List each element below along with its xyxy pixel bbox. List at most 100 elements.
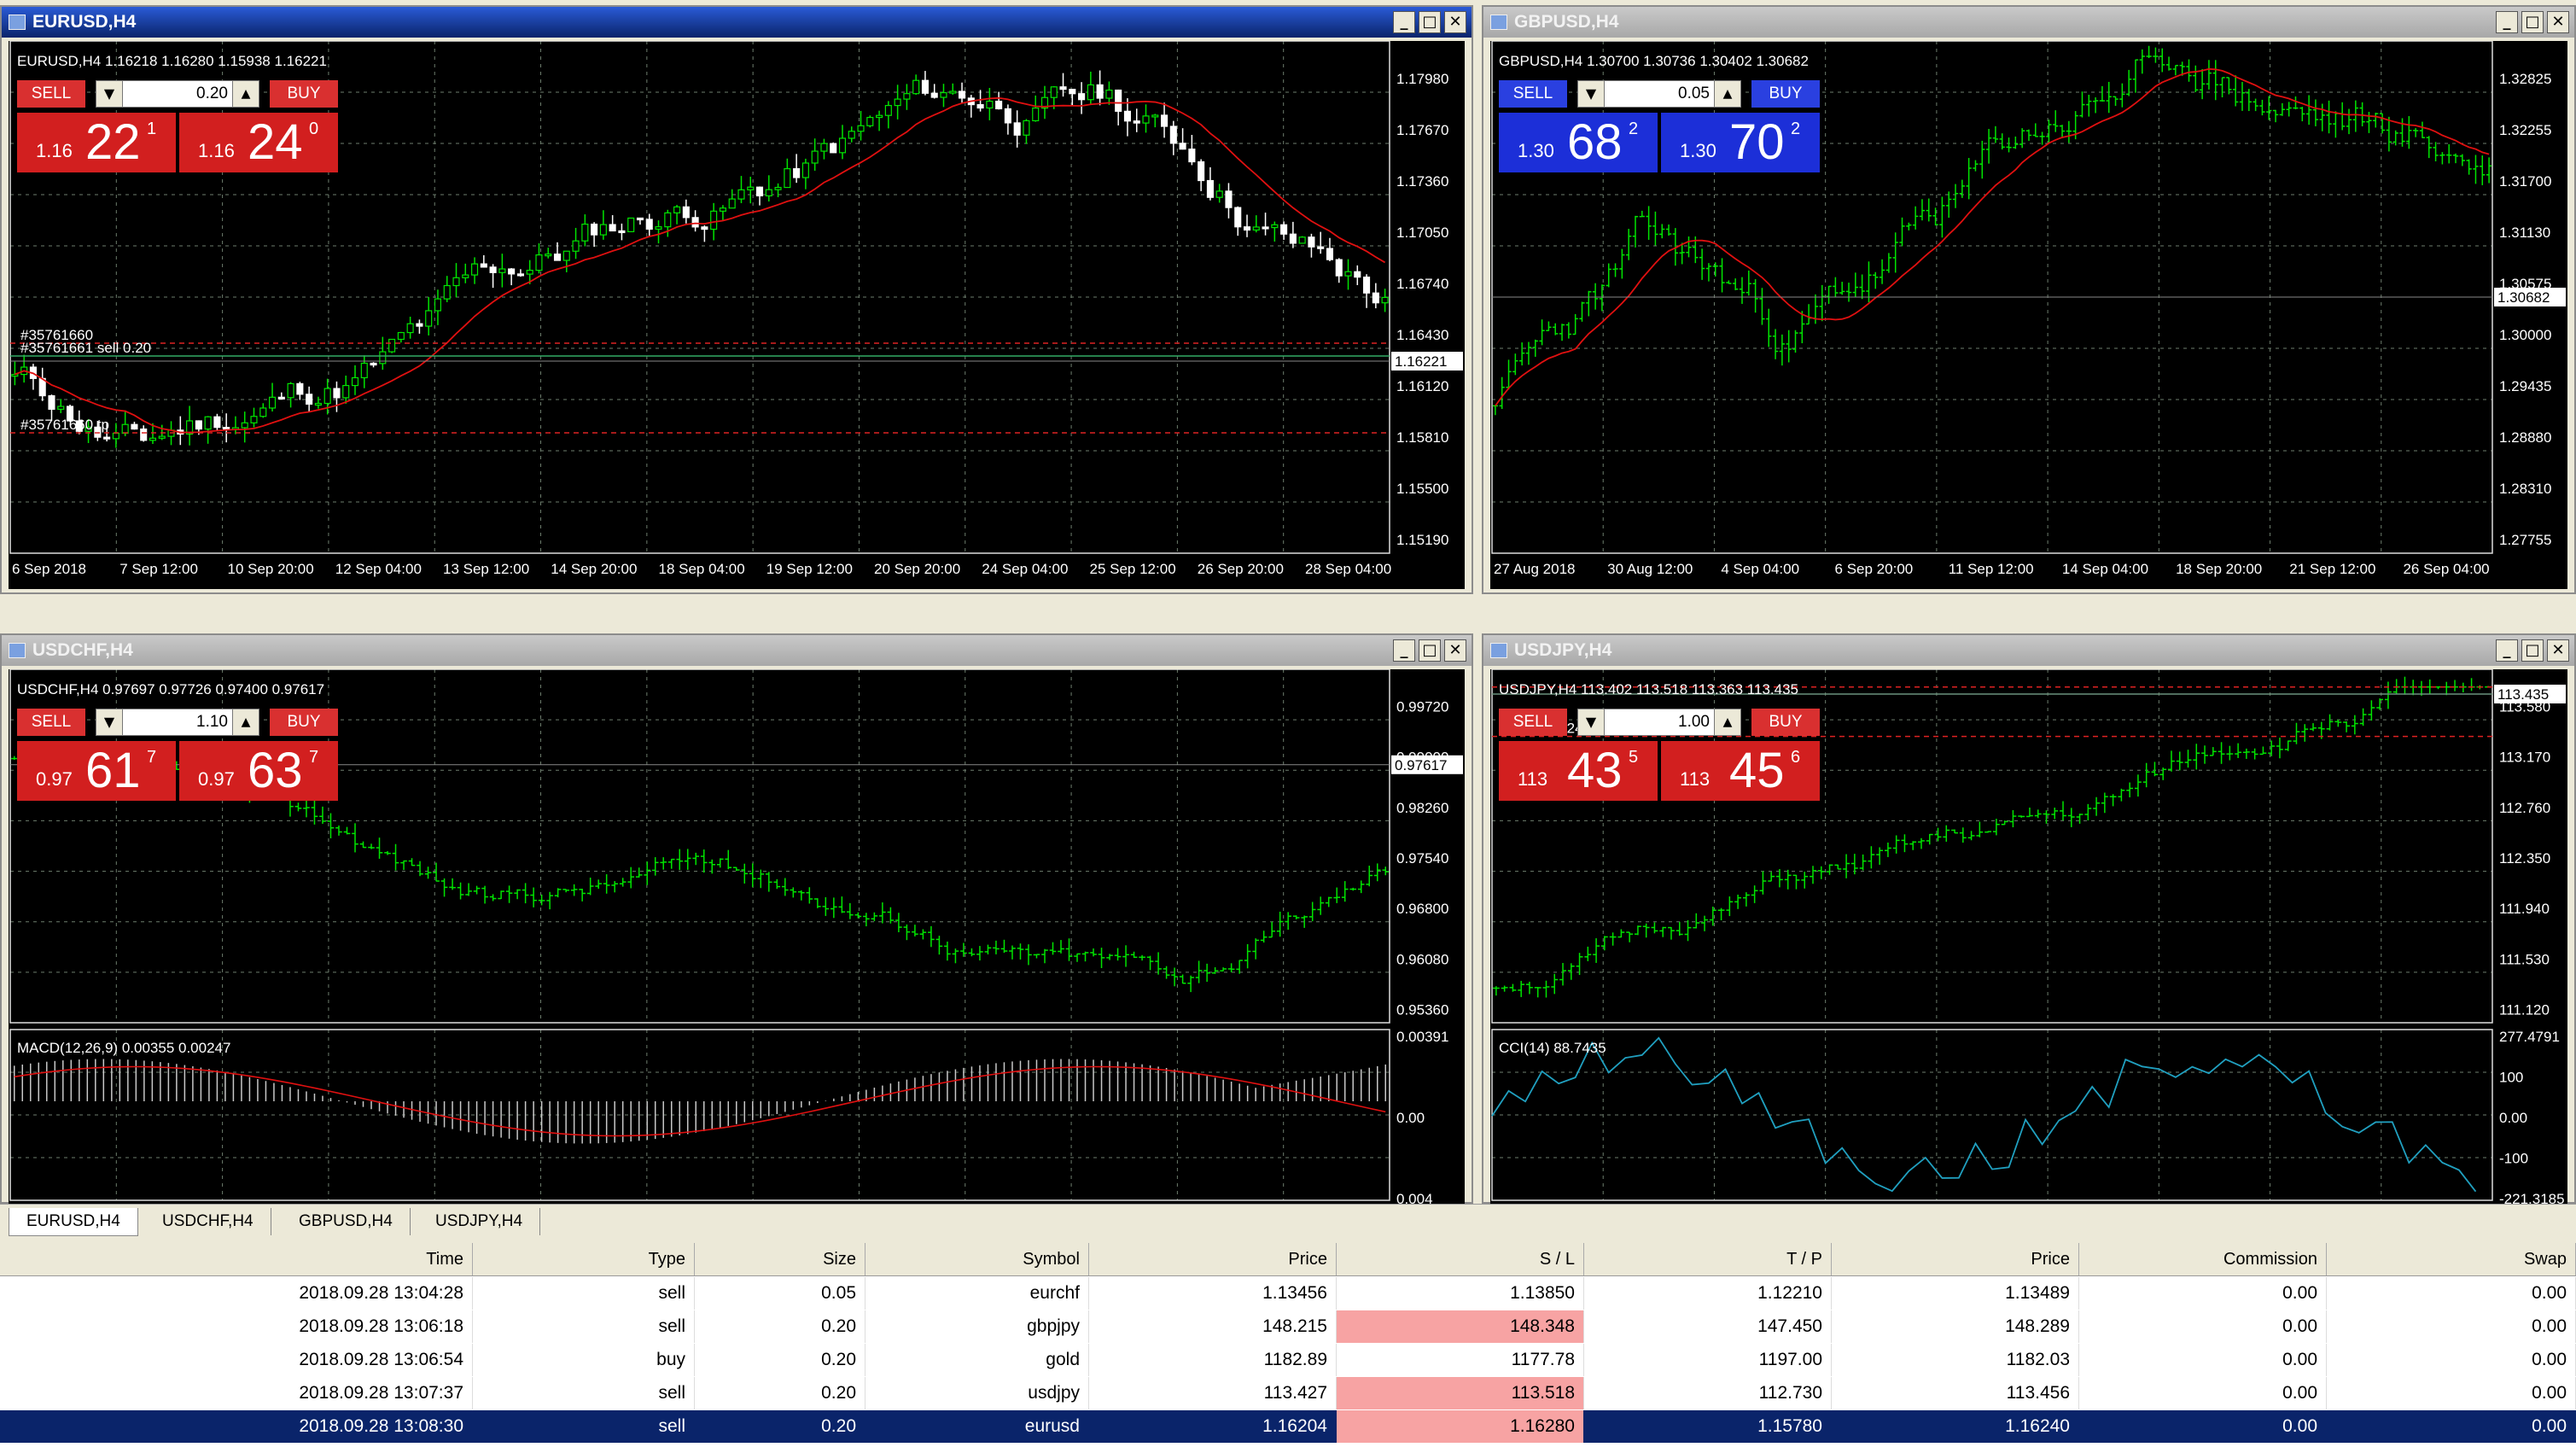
chart-window-usdchf[interactable]: USDCHF,H4 _ □ ✕ 0.997200.990000.982600.9… (0, 633, 1473, 1204)
ask-quote[interactable]: 113 45 6 (1661, 741, 1820, 801)
column-header-price[interactable]: Price (1089, 1243, 1337, 1275)
maximize-button[interactable]: □ (2521, 11, 2544, 33)
column-header-tp[interactable]: T / P (1584, 1243, 1832, 1275)
buy-button[interactable]: BUY (1751, 80, 1820, 108)
buy-button[interactable]: BUY (270, 709, 338, 736)
column-header-symbol[interactable]: Symbol (865, 1243, 1089, 1275)
sell-button[interactable]: SELL (1499, 80, 1567, 108)
maximize-button[interactable]: □ (1419, 11, 1441, 33)
price-chart[interactable]: 113.580 113.170 112.760 112.350 111.940 111.5… (1490, 669, 2567, 1204)
candle-body (452, 277, 460, 287)
tab-eurusd[interactable]: EURUSD,H4 (9, 1208, 138, 1236)
price-chart[interactable]: 1.17980 1.17670 1.17360 1.17050 1.16740 1.164… (9, 41, 1465, 589)
close-button[interactable]: ✕ (1444, 11, 1466, 33)
column-header-swap[interactable]: Swap (2327, 1243, 2576, 1275)
window-titlebar[interactable]: USDCHF,H4 _ □ ✕ (2, 635, 1472, 666)
time-axis-label: 21 Sep 12:00 (2289, 561, 2375, 577)
table-row[interactable]: 2018.09.28 13:06:54 buy 0.20 gold 1182.89 117… (0, 1344, 2576, 1376)
price-chart[interactable]: 1.32825 1.32255 1.31700 1.31130 1.30575 1.300… (1490, 41, 2567, 589)
volume-field[interactable]: ▼ 0.20 ▲ (96, 80, 259, 108)
sell-button[interactable]: SELL (17, 80, 85, 108)
chart-window-gbpusd[interactable]: GBPUSD,H4 _ □ ✕ 1.32825 1.32255 1.31700 1.3… (1482, 5, 2576, 594)
ask-quote[interactable]: 1.30 70 2 (1661, 113, 1820, 172)
minimize-button[interactable]: _ (1393, 11, 1415, 33)
close-button[interactable]: ✕ (2547, 11, 2569, 33)
volume-value[interactable]: 1.10 (124, 709, 231, 735)
price-axis-label: 1.31700 (2499, 173, 2551, 190)
column-header-commission[interactable]: Commission (2079, 1243, 2327, 1275)
table-row[interactable]: 2018.09.28 13:06:18 sell 0.20 gbpjpy 148.215… (0, 1310, 2576, 1343)
cell-type: sell (473, 1310, 695, 1343)
window-titlebar[interactable]: USDJPY,H4 _ □ ✕ (1483, 635, 2574, 666)
table-row[interactable]: 2018.09.28 13:08:30 sell 0.20 eurusd 1.16204… (0, 1410, 2576, 1443)
maximize-button[interactable]: □ (2521, 639, 2544, 662)
price-axis-label: 113.170 (2499, 750, 2550, 766)
volume-up-icon[interactable]: ▲ (232, 709, 259, 735)
volume-field[interactable]: ▼ 0.05 ▲ (1577, 80, 1741, 108)
close-button[interactable]: ✕ (2547, 639, 2569, 662)
column-header-size[interactable]: Size (695, 1243, 865, 1275)
close-button[interactable]: ✕ (1444, 639, 1466, 662)
column-header-time[interactable]: Time (0, 1243, 473, 1275)
ask-quote[interactable]: 1.16 24 0 (179, 113, 338, 172)
cell-symbol: gbpjpy (865, 1310, 1089, 1343)
volume-up-icon[interactable]: ▲ (1714, 81, 1740, 107)
minimize-button[interactable]: _ (1393, 639, 1415, 662)
bid-quote[interactable]: 113 43 5 (1499, 741, 1658, 801)
column-header-sl[interactable]: S / L (1337, 1243, 1584, 1275)
window-titlebar[interactable]: GBPUSD,H4 _ □ ✕ (1483, 7, 2574, 38)
ask-fraction: 0 (309, 120, 319, 138)
candle-body (903, 93, 911, 100)
bid-quote[interactable]: 1.30 68 2 (1499, 113, 1658, 172)
volume-value[interactable]: 1.00 (1606, 709, 1713, 735)
candle-body (1354, 271, 1361, 278)
bid-quote[interactable]: 0.97 61 7 (17, 741, 176, 801)
buy-button[interactable]: BUY (270, 80, 338, 108)
ask-prefix: 1.16 (198, 140, 235, 161)
price-axis-label: 0.97540 (1396, 850, 1448, 867)
volume-value[interactable]: 0.20 (124, 81, 231, 107)
cell-time: 2018.09.28 13:07:37 (0, 1377, 473, 1409)
volume-up-icon[interactable]: ▲ (232, 81, 259, 107)
tab-usdjpy[interactable]: USDJPY,H4 (418, 1208, 541, 1235)
volume-up-icon[interactable]: ▲ (1714, 709, 1740, 735)
window-titlebar[interactable]: EURUSD,H4 _ □ ✕ (2, 7, 1472, 38)
price-chart[interactable]: 0.997200.990000.982600.975400.968000.960… (9, 669, 1465, 1204)
price-axis-label: 1.17050 (1396, 225, 1448, 241)
volume-dropdown-icon[interactable]: ▼ (96, 709, 123, 735)
volume-field[interactable]: ▼ 1.10 ▲ (96, 709, 259, 736)
table-row[interactable]: 2018.09.28 13:04:28 sell 0.05 eurchf 1.13456… (0, 1277, 2576, 1310)
chart-tabs-bar: EURUSD,H4 USDCHF,H4 GBPUSD,H4 USDJPY,H4 (0, 1204, 2576, 1240)
chart-window-usdjpy[interactable]: USDJPY,H4 _ □ ✕ 113.580 113.170 112.760 112… (1482, 633, 2576, 1204)
chart-window-eurusd[interactable]: EURUSD,H4 _ □ ✕ 1.17980 1.17670 1.17360 1.1… (0, 5, 1473, 594)
bid-quote[interactable]: 1.16 22 1 (17, 113, 176, 172)
volume-field[interactable]: ▼ 1.00 ▲ (1577, 709, 1741, 736)
ask-pips: 24 (248, 114, 303, 170)
sell-button[interactable]: SELL (17, 709, 85, 736)
tab-gbpusd[interactable]: GBPUSD,H4 (282, 1208, 411, 1235)
volume-dropdown-icon[interactable]: ▼ (1578, 81, 1605, 107)
column-header-type[interactable]: Type (473, 1243, 695, 1275)
volume-dropdown-icon[interactable]: ▼ (96, 81, 123, 107)
cell-swap: 0.00 (2327, 1277, 2576, 1310)
minimize-button[interactable]: _ (2496, 11, 2518, 33)
indicator-axis-label: 100 (2499, 1070, 2523, 1086)
volume-value[interactable]: 0.05 (1606, 81, 1713, 107)
ask-quote[interactable]: 0.97 63 7 (179, 741, 338, 801)
maximize-button[interactable]: □ (1419, 639, 1441, 662)
candle-body (1013, 122, 1021, 136)
candle-body (149, 437, 157, 441)
price-axis-label: 0.96800 (1396, 901, 1448, 917)
buy-button[interactable]: BUY (1751, 709, 1820, 736)
cell-commission: 0.00 (2079, 1310, 2327, 1343)
minimize-button[interactable]: _ (2496, 639, 2518, 662)
candle-body (545, 254, 552, 257)
column-header-current-price[interactable]: Price (1832, 1243, 2079, 1275)
candle-body (894, 98, 901, 107)
table-row[interactable]: 2018.09.28 13:07:37 sell 0.20 usdjpy 113.427… (0, 1377, 2576, 1409)
tab-usdchf[interactable]: USDCHF,H4 (145, 1208, 271, 1235)
candle-body (1225, 190, 1233, 208)
sell-button[interactable]: SELL (1499, 709, 1567, 736)
candle-body (397, 331, 405, 341)
volume-dropdown-icon[interactable]: ▼ (1578, 709, 1605, 735)
